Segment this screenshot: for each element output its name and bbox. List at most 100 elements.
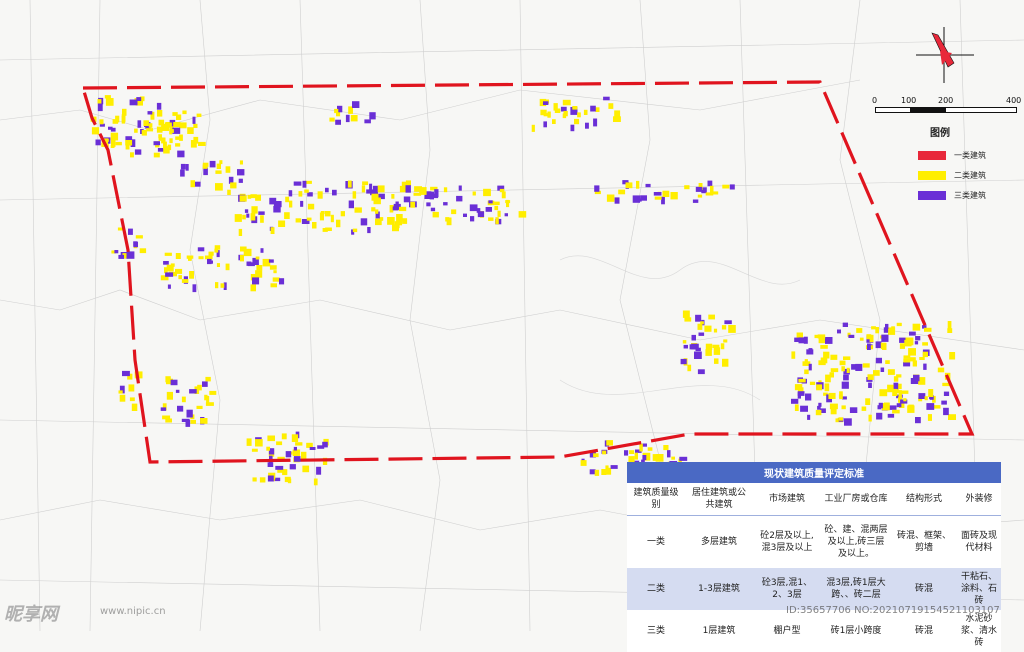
building-mark bbox=[136, 97, 142, 101]
building-mark bbox=[682, 310, 690, 318]
building-mark bbox=[267, 435, 275, 442]
building-mark bbox=[252, 477, 257, 482]
building-mark bbox=[208, 251, 214, 256]
building-mark bbox=[846, 367, 850, 373]
building-mark bbox=[186, 409, 193, 418]
building-mark bbox=[712, 344, 720, 348]
building-mark bbox=[543, 101, 549, 105]
building-mark bbox=[720, 343, 725, 350]
building-mark bbox=[708, 314, 715, 320]
building-mark bbox=[642, 455, 647, 461]
building-mark bbox=[215, 170, 222, 174]
building-mark bbox=[104, 95, 111, 99]
building-mark bbox=[791, 351, 796, 359]
building-mark bbox=[189, 271, 194, 279]
building-mark bbox=[177, 150, 185, 158]
building-mark bbox=[908, 404, 914, 412]
building-mark bbox=[807, 414, 811, 420]
quality-standard-table: 现状建筑质量评定标准 建筑质量级别 居住建筑或公共建筑 市场建筑 工业厂房或仓库… bbox=[627, 462, 1001, 652]
building-mark bbox=[800, 405, 808, 412]
building-mark bbox=[871, 326, 876, 330]
building-mark bbox=[841, 405, 846, 410]
building-mark bbox=[629, 457, 635, 461]
building-mark bbox=[279, 278, 285, 285]
building-mark bbox=[335, 119, 341, 125]
table-cell: 砖混 bbox=[891, 568, 957, 610]
building-mark bbox=[653, 192, 662, 196]
building-mark bbox=[209, 160, 216, 168]
building-mark bbox=[797, 391, 805, 396]
building-mark bbox=[146, 128, 153, 132]
building-mark bbox=[543, 121, 547, 128]
building-mark bbox=[937, 367, 945, 373]
building-mark bbox=[277, 469, 285, 473]
building-mark bbox=[909, 357, 916, 362]
building-mark bbox=[429, 191, 434, 200]
building-mark bbox=[809, 381, 816, 385]
building-mark bbox=[830, 409, 837, 415]
building-mark bbox=[603, 96, 610, 101]
building-mark bbox=[180, 163, 186, 170]
building-mark bbox=[624, 450, 629, 456]
building-mark bbox=[172, 112, 178, 116]
building-mark bbox=[625, 182, 633, 189]
building-mark bbox=[501, 191, 506, 199]
building-mark bbox=[246, 261, 252, 266]
building-mark bbox=[91, 127, 100, 135]
building-mark bbox=[903, 398, 907, 402]
building-mark bbox=[367, 227, 371, 234]
table-cell: 二类 bbox=[627, 568, 685, 610]
building-mark bbox=[713, 328, 718, 333]
building-mark bbox=[105, 98, 114, 106]
building-mark bbox=[887, 384, 894, 393]
building-mark bbox=[334, 108, 339, 114]
building-mark bbox=[817, 334, 826, 339]
building-mark bbox=[186, 255, 194, 259]
building-mark bbox=[266, 446, 270, 451]
building-mark bbox=[196, 405, 203, 409]
scale-tick-100: 100 bbox=[901, 96, 917, 105]
building-mark bbox=[147, 111, 153, 115]
building-mark bbox=[868, 382, 872, 388]
building-mark bbox=[683, 344, 688, 349]
building-mark bbox=[115, 141, 122, 146]
building-mark bbox=[306, 217, 312, 221]
building-mark bbox=[166, 264, 174, 272]
table-header: 建筑质量级别 bbox=[627, 483, 685, 516]
building-mark bbox=[345, 114, 350, 123]
building-mark bbox=[269, 265, 277, 270]
building-mark bbox=[844, 418, 852, 426]
building-mark bbox=[246, 213, 250, 218]
building-mark bbox=[134, 128, 138, 133]
building-mark bbox=[862, 363, 870, 368]
building-mark bbox=[636, 180, 640, 189]
building-mark bbox=[251, 206, 258, 214]
building-mark bbox=[915, 417, 921, 424]
table-cell: 面砖及现代材料 bbox=[957, 515, 1001, 568]
building-mark bbox=[244, 209, 249, 213]
building-mark bbox=[361, 185, 366, 193]
building-mark bbox=[256, 265, 263, 271]
building-mark bbox=[392, 224, 399, 232]
building-mark bbox=[552, 119, 556, 124]
building-mark bbox=[941, 400, 947, 405]
building-mark bbox=[610, 465, 618, 469]
building-mark bbox=[170, 379, 178, 386]
building-mark bbox=[135, 235, 143, 239]
building-mark bbox=[873, 370, 880, 376]
building-mark bbox=[670, 192, 678, 200]
building-mark bbox=[924, 396, 928, 401]
building-mark bbox=[896, 403, 902, 408]
building-mark bbox=[861, 406, 867, 411]
building-mark bbox=[432, 211, 439, 218]
building-mark bbox=[838, 417, 843, 421]
building-clusters bbox=[90, 95, 956, 486]
table-row: 一类 多层建筑 砼2层及以上,混3层及以上 砼、建、混两层及以上,砖三层及以上。… bbox=[627, 515, 1001, 568]
building-mark bbox=[695, 314, 702, 322]
building-mark bbox=[360, 218, 368, 226]
building-mark bbox=[251, 448, 258, 452]
building-mark bbox=[926, 403, 935, 410]
building-mark bbox=[209, 390, 217, 395]
building-mark bbox=[705, 343, 713, 350]
building-mark bbox=[215, 282, 219, 289]
